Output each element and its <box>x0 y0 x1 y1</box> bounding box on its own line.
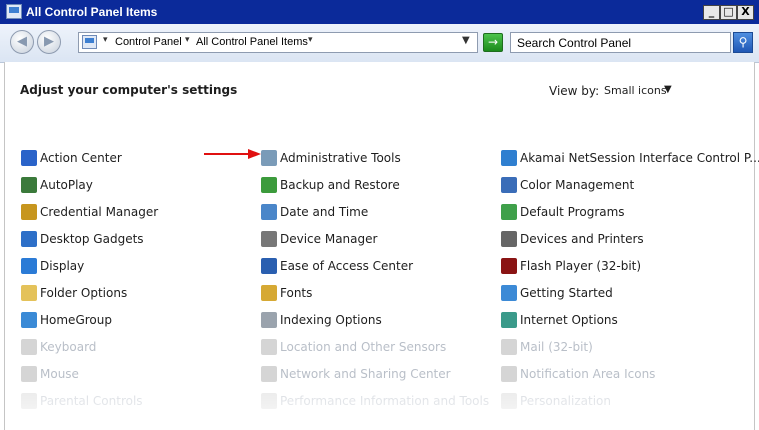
gadgets-icon <box>21 231 37 247</box>
vault-icon <box>21 204 37 220</box>
forward-button[interactable]: ▶ <box>37 30 61 54</box>
minimize-button[interactable]: _ <box>703 5 720 20</box>
search-input[interactable]: Search Control Panel <box>510 32 731 53</box>
notification-icon <box>501 366 517 382</box>
chevron-down-icon[interactable]: ▾ <box>308 35 313 45</box>
parental-icon <box>21 393 37 409</box>
akamai-icon <box>501 150 517 166</box>
chevron-down-icon[interactable]: ▾ <box>103 35 108 45</box>
page-title: Adjust your computer's settings <box>20 83 238 97</box>
clock-icon <box>261 204 277 220</box>
breadcrumb-control-panel[interactable]: Control Panel <box>115 36 182 48</box>
address-bar[interactable]: ▾ Control Panel ▾ All Control Panel Item… <box>78 32 478 53</box>
address-dropdown-icon[interactable]: ▼ <box>462 35 470 46</box>
control-panel-icon <box>6 4 22 19</box>
ease-access-icon <box>261 258 277 274</box>
view-by-dropdown[interactable]: Small icons <box>604 84 667 97</box>
back-button[interactable]: ◀ <box>10 30 34 54</box>
annotation-arrow-icon <box>204 149 261 159</box>
mail-icon <box>501 339 517 355</box>
navigation-bar: ◀ ▶ ▾ Control Panel ▾ All Control Panel … <box>0 24 759 63</box>
default-programs-icon <box>501 204 517 220</box>
refresh-button[interactable]: → <box>483 33 503 52</box>
printer-icon <box>501 231 517 247</box>
title-bar: All Control Panel Items _ □ X <box>0 0 759 24</box>
search-icon[interactable]: ⚲ <box>733 32 753 53</box>
chevron-down-icon[interactable]: ▾ <box>185 35 190 45</box>
mouse-icon <box>21 366 37 382</box>
admin-tools-icon <box>261 150 277 166</box>
autoplay-icon <box>21 177 37 193</box>
color-management-icon <box>501 177 517 193</box>
close-button[interactable]: X <box>737 5 754 20</box>
fonts-icon <box>261 285 277 301</box>
internet-options-icon <box>501 312 517 328</box>
monitor-icon <box>21 258 37 274</box>
view-by-label: View by: <box>549 84 600 98</box>
flag-icon <box>21 150 37 166</box>
device-manager-icon <box>261 231 277 247</box>
network-icon <box>261 366 277 382</box>
folder-icon <box>21 285 37 301</box>
flash-icon <box>501 258 517 274</box>
indexing-icon <box>261 312 277 328</box>
keyboard-icon <box>21 339 37 355</box>
window-title: All Control Panel Items <box>26 5 158 19</box>
sensors-icon <box>261 339 277 355</box>
control-panel-icon <box>82 35 97 49</box>
homegroup-icon <box>21 312 37 328</box>
chevron-down-icon[interactable]: ▼ <box>664 84 672 95</box>
getting-started-icon <box>501 285 517 301</box>
personalization-icon <box>501 393 517 409</box>
backup-icon <box>261 177 277 193</box>
breadcrumb-all-items[interactable]: All Control Panel Items <box>196 36 308 48</box>
maximize-button[interactable]: □ <box>720 5 737 20</box>
performance-icon <box>261 393 277 409</box>
